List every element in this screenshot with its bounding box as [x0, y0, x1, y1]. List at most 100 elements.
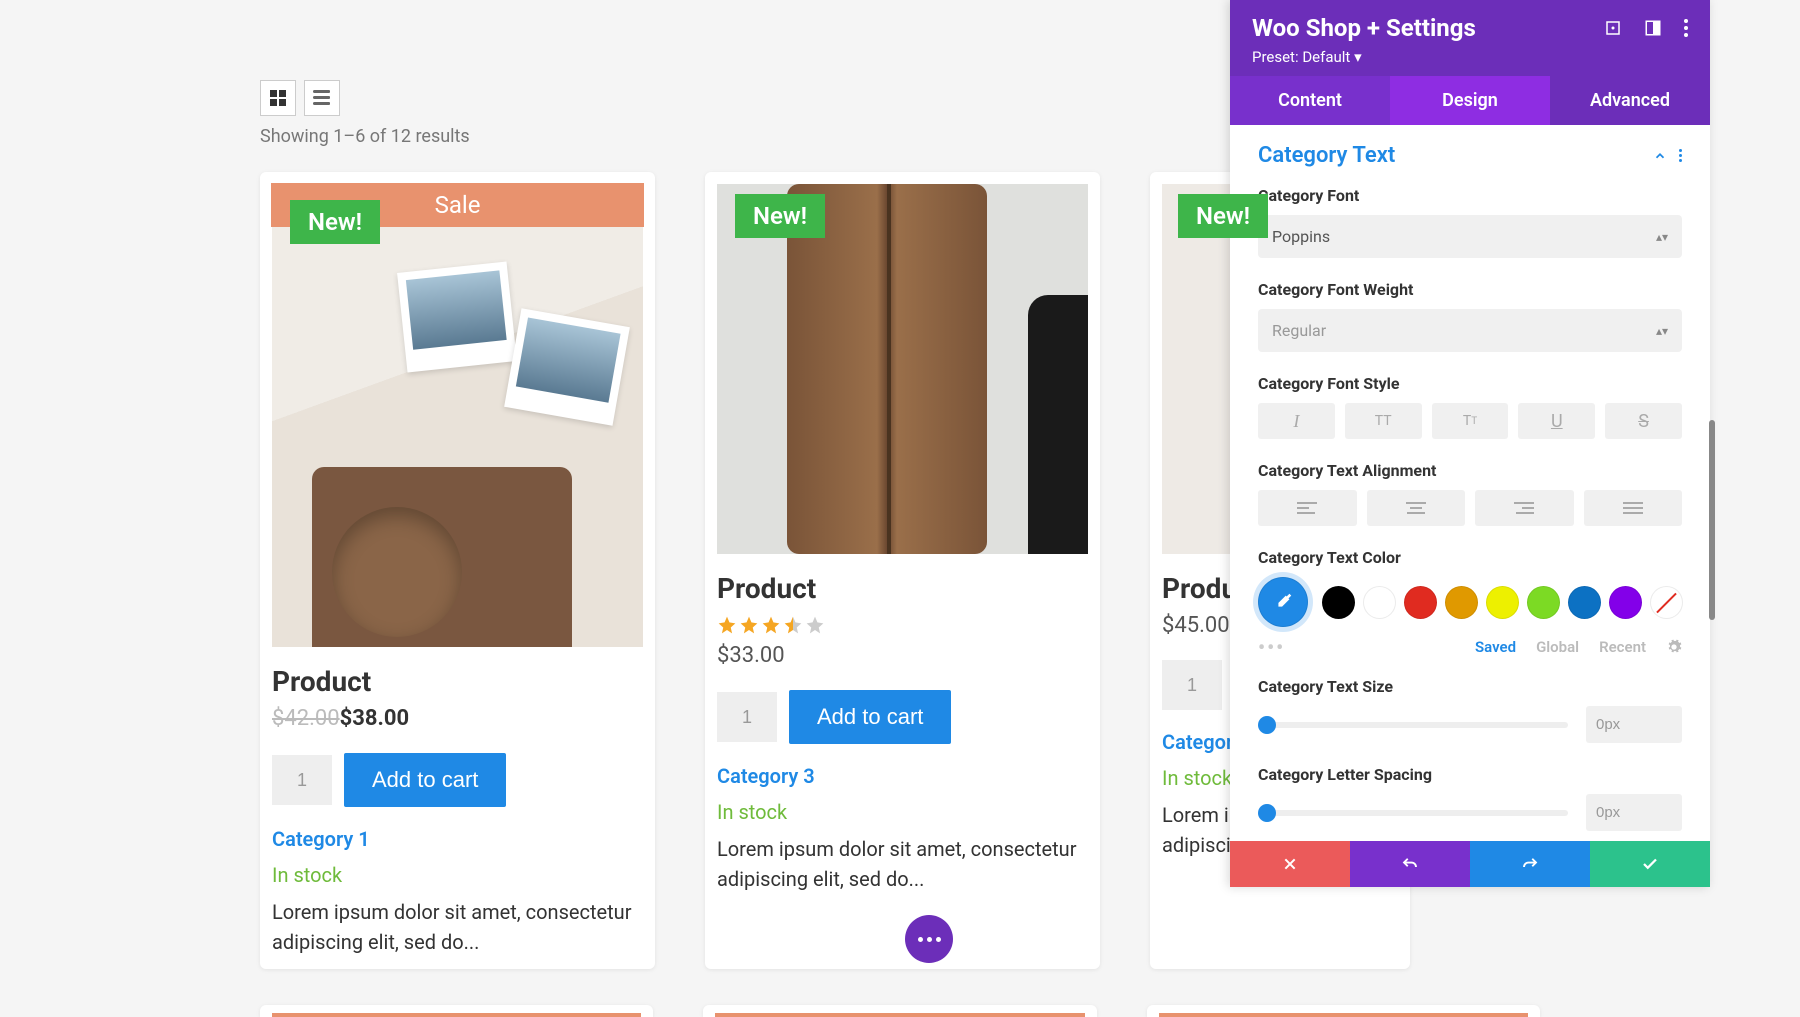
star-icon: [761, 615, 781, 635]
font-select[interactable]: Poppins ▴▾: [1258, 215, 1682, 258]
undo-icon: [1401, 855, 1419, 873]
stock-status: In stock: [717, 800, 1088, 824]
panel-actions: [1230, 841, 1710, 887]
gear-icon[interactable]: [1666, 639, 1682, 655]
select-arrows-icon: ▴▾: [1656, 324, 1668, 338]
spacing-input[interactable]: [1586, 794, 1682, 831]
star-icon: [739, 615, 759, 635]
tab-recent[interactable]: Recent: [1599, 638, 1646, 656]
new-badge: New!: [735, 194, 825, 238]
product-card-stub: [260, 1005, 653, 1017]
module-options-fab[interactable]: [905, 915, 953, 963]
close-icon: [1282, 856, 1298, 872]
price-row: $42.00$38.00: [272, 706, 643, 731]
color-none-swatch[interactable]: [1650, 586, 1683, 619]
section-category-text: Category Text Category Font Poppins ▴▾ C…: [1230, 125, 1710, 831]
scrollbar[interactable]: [1709, 420, 1715, 620]
color-swatch[interactable]: [1486, 586, 1519, 619]
tab-saved[interactable]: Saved: [1475, 638, 1516, 656]
color-swatch[interactable]: [1445, 586, 1478, 619]
price: $33.00: [717, 643, 785, 668]
tab-advanced[interactable]: Advanced: [1550, 76, 1710, 125]
color-swatch[interactable]: [1363, 586, 1396, 619]
label-weight: Category Font Weight: [1258, 280, 1682, 299]
more-icon[interactable]: [1679, 149, 1682, 162]
label-color: Category Text Color: [1258, 548, 1682, 567]
align-left-button[interactable]: [1258, 490, 1357, 526]
slider-handle[interactable]: [1258, 716, 1276, 734]
product-description: Lorem ipsum dolor sit amet, consectetur …: [717, 834, 1088, 894]
close-button[interactable]: [1230, 841, 1350, 887]
star-rating: [717, 615, 1088, 635]
grid-view-button[interactable]: [260, 80, 296, 116]
align-justify-button[interactable]: [1584, 490, 1683, 526]
tab-design[interactable]: Design: [1390, 76, 1550, 125]
add-to-cart-button[interactable]: Add to cart: [344, 753, 506, 807]
quantity-input[interactable]: [272, 755, 332, 805]
settings-panel: Woo Shop + Settings Preset: Default ▾ Co…: [1230, 0, 1710, 887]
list-icon: [314, 90, 330, 106]
next-row: [260, 1005, 1540, 1017]
old-price: $42.00: [272, 706, 340, 731]
preset-selector[interactable]: Preset: Default ▾: [1252, 48, 1688, 66]
star-half-icon: [783, 615, 803, 635]
product-card: Sale New! Product $42.00$38.00 Add to ca…: [260, 172, 655, 969]
size-slider[interactable]: [1258, 722, 1568, 728]
stock-status: In stock: [272, 863, 643, 887]
product-image[interactable]: [272, 227, 643, 647]
tab-global[interactable]: Global: [1536, 638, 1579, 656]
color-swatches: [1258, 577, 1682, 627]
select-arrows-icon: ▴▾: [1656, 230, 1668, 244]
underline-button[interactable]: U: [1518, 403, 1595, 439]
category-link[interactable]: Category 1: [272, 827, 643, 851]
chevron-up-icon[interactable]: [1653, 149, 1667, 163]
label-style: Category Font Style: [1258, 374, 1682, 393]
weight-select[interactable]: Regular ▴▾: [1258, 309, 1682, 352]
size-input[interactable]: [1586, 706, 1682, 743]
panel-title: Woo Shop + Settings: [1252, 14, 1476, 42]
label-align: Category Text Alignment: [1258, 461, 1682, 480]
color-swatch[interactable]: [1404, 586, 1437, 619]
color-swatch[interactable]: [1322, 586, 1355, 619]
product-card: New! Product $33.00 Add to cart Category…: [705, 172, 1100, 969]
quantity-input[interactable]: [1162, 660, 1222, 710]
italic-button[interactable]: I: [1258, 403, 1335, 439]
smallcaps-button[interactable]: TT: [1432, 403, 1509, 439]
color-palette-tabs: ••• Saved Global Recent: [1258, 635, 1682, 659]
redo-button[interactable]: [1470, 841, 1590, 887]
category-link[interactable]: Category 3: [717, 764, 1088, 788]
color-swatch[interactable]: [1527, 586, 1560, 619]
undo-button[interactable]: [1350, 841, 1470, 887]
strikethrough-button[interactable]: S: [1605, 403, 1682, 439]
add-to-cart-button[interactable]: Add to cart: [789, 690, 951, 744]
quantity-input[interactable]: [717, 692, 777, 742]
spacing-slider[interactable]: [1258, 810, 1568, 816]
eyedropper-icon: [1272, 591, 1294, 613]
snap-icon[interactable]: [1644, 19, 1662, 37]
panel-header: Woo Shop + Settings Preset: Default ▾: [1230, 0, 1710, 76]
slider-handle[interactable]: [1258, 804, 1276, 822]
price: $38.00: [340, 706, 410, 731]
label-spacing: Category Letter Spacing: [1258, 765, 1682, 784]
align-center-button[interactable]: [1367, 490, 1466, 526]
list-view-button[interactable]: [304, 80, 340, 116]
panel-tabs: Content Design Advanced: [1230, 76, 1710, 125]
confirm-button[interactable]: [1590, 841, 1710, 887]
product-description: Lorem ipsum dolor sit amet, consectetur …: [272, 897, 643, 957]
tab-content[interactable]: Content: [1230, 76, 1390, 125]
color-swatch[interactable]: [1609, 586, 1642, 619]
star-empty-icon: [805, 615, 825, 635]
product-title: Product: [272, 665, 643, 698]
uppercase-button[interactable]: TT: [1345, 403, 1422, 439]
section-title[interactable]: Category Text: [1258, 143, 1395, 168]
new-badge: New!: [1178, 194, 1268, 238]
star-icon: [717, 615, 737, 635]
expand-icon[interactable]: [1604, 19, 1622, 37]
more-icon[interactable]: [1684, 19, 1688, 37]
color-swatch[interactable]: [1568, 586, 1601, 619]
more-colors-icon[interactable]: •••: [1258, 635, 1285, 659]
align-right-button[interactable]: [1475, 490, 1574, 526]
label-size: Category Text Size: [1258, 677, 1682, 696]
color-picker-button[interactable]: [1258, 577, 1308, 627]
product-image[interactable]: [717, 184, 1088, 554]
